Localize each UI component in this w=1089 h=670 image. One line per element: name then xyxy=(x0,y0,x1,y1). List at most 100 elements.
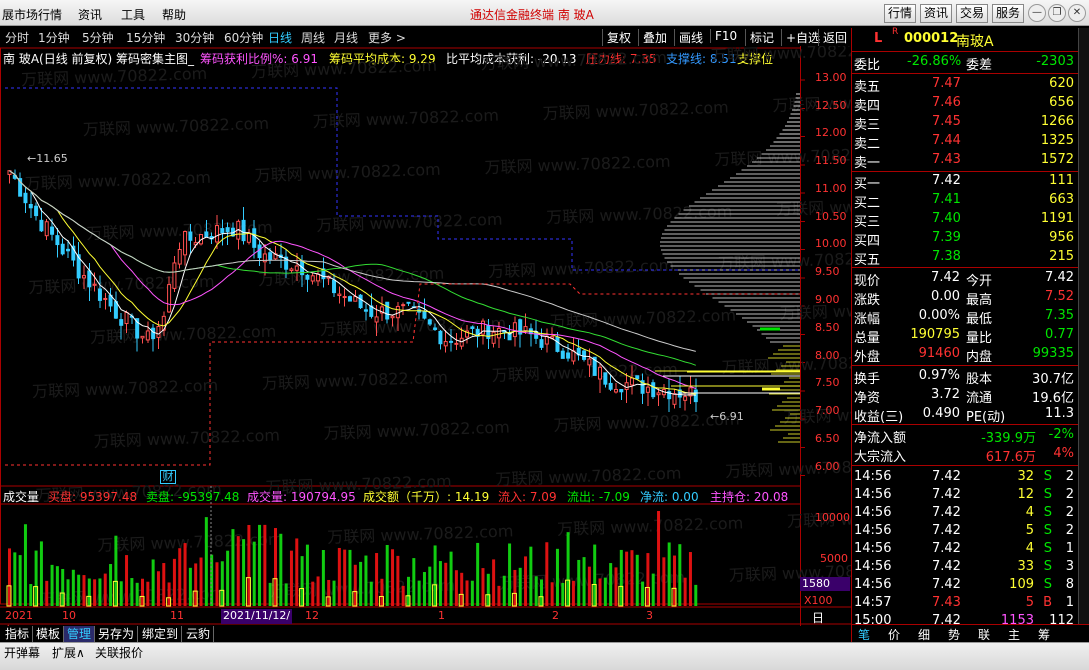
minimize-icon[interactable]: — xyxy=(1028,4,1046,22)
period-1min[interactable]: 1分钟 xyxy=(38,29,70,46)
ask-row[interactable]: 卖四 7.46 656 xyxy=(852,94,1078,114)
svg-text:万联网 www.70822.com: 万联网 www.70822.com xyxy=(327,521,514,546)
close-icon[interactable]: ✕ xyxy=(1068,4,1086,22)
f10-button[interactable]: F10 xyxy=(710,29,737,43)
tab-chips[interactable]: 筹 xyxy=(1038,626,1050,643)
ask-label: 卖二 xyxy=(854,137,881,152)
news-button[interactable]: 资讯 xyxy=(920,4,952,23)
tick-count: 2 xyxy=(1065,505,1074,520)
bid-volume: 111 xyxy=(1049,173,1074,188)
period-more[interactable]: 更多 > xyxy=(368,29,406,46)
svg-text:万联网 www.70822.com: 万联网 www.70822.com xyxy=(254,160,441,185)
tick-time: 14:56 xyxy=(854,523,892,538)
stat-row: 涨跌 0.00 最高 7.52 xyxy=(852,288,1078,308)
tab-main[interactable]: 主 xyxy=(1008,626,1020,643)
market-flag: L xyxy=(874,31,883,46)
period-30min[interactable]: 30分钟 xyxy=(175,29,214,46)
menu-news[interactable]: 资讯 xyxy=(78,6,102,23)
period-15min[interactable]: 15分钟 xyxy=(126,29,165,46)
menu-market[interactable]: 展市场行情 xyxy=(2,6,62,23)
axis-label: 11.00 xyxy=(815,182,847,195)
bid-row[interactable]: 买五 7.38 215 xyxy=(852,248,1078,268)
svg-text:万联网 www.70822.com: 万联网 www.70822.com xyxy=(21,64,208,89)
volume-indicator-name[interactable]: 成交量 xyxy=(3,488,39,505)
tab-related[interactable]: 联 xyxy=(978,626,990,643)
inflow: 流入: 7.09 xyxy=(498,490,557,504)
related-quote-button[interactable]: 关联报价 xyxy=(95,644,143,661)
ask-row[interactable]: 卖二 7.44 1325 xyxy=(852,132,1078,152)
bid-row[interactable]: 买三 7.40 1191 xyxy=(852,210,1078,230)
volume-axis-label: 5000 xyxy=(820,552,848,565)
mark-button[interactable]: 标记 xyxy=(745,29,774,46)
high-annotation: ←11.65 xyxy=(27,152,68,165)
period-weekly[interactable]: 周线 xyxy=(301,29,325,46)
tick-price: 7.43 xyxy=(932,595,961,610)
fuquan-button[interactable]: 复权 xyxy=(602,29,631,46)
ask-volume: 620 xyxy=(1049,76,1074,91)
trade-button[interactable]: 交易 xyxy=(956,4,988,23)
window-title: 通达信金融终端 南 玻A xyxy=(470,8,594,22)
stat-row: 总量 190795 量比 0.77 xyxy=(852,326,1078,346)
period-fenshi[interactable]: 分时 xyxy=(5,29,29,46)
tick-row: 14:56 7.42 33 S 3 xyxy=(852,558,1078,577)
ask-row[interactable]: 卖三 7.45 1266 xyxy=(852,113,1078,133)
stat-value: 0.77 xyxy=(1045,327,1074,342)
weibi-row: 委比 -26.86% 委差 -2303 xyxy=(852,53,1078,73)
expand-button[interactable]: 扩展∧ xyxy=(52,644,85,661)
service-button[interactable]: 服务 xyxy=(992,4,1024,23)
menu-help[interactable]: 帮助 xyxy=(162,6,186,23)
ask-price: 7.46 xyxy=(932,95,961,110)
tab-indicator[interactable]: 指标 xyxy=(2,626,34,642)
draw-line-button[interactable]: 画线 xyxy=(674,29,703,46)
ask-row[interactable]: 卖一 7.43 1572 xyxy=(852,151,1078,171)
tick-time: 14:56 xyxy=(854,559,892,574)
flow-label: 净流入额 xyxy=(854,431,907,446)
tick-price: 7.42 xyxy=(932,523,961,538)
tick-price: 7.42 xyxy=(932,577,961,592)
tab-manage[interactable]: 管理 xyxy=(64,626,96,642)
stat-value: 0.490 xyxy=(922,406,960,421)
tick-count: 2 xyxy=(1065,469,1074,484)
period-daily[interactable]: 日线 xyxy=(268,29,292,46)
bid-row[interactable]: 买一 7.42 111 xyxy=(852,172,1078,192)
tab-detail[interactable]: 细 xyxy=(918,626,930,643)
kline-chart[interactable]: 万联网 www.70822.com 万联网 www.70822.com 万联网 ww… xyxy=(0,46,851,626)
scrollbar[interactable] xyxy=(1078,28,1089,624)
add-watchlist-button[interactable]: +自选 xyxy=(781,29,820,46)
tab-trend[interactable]: 势 xyxy=(948,626,960,643)
date-axis-label: 11 xyxy=(170,609,184,622)
period-monthly[interactable]: 月线 xyxy=(334,29,358,46)
danmu-button[interactable]: 开弹幕 xyxy=(4,644,40,661)
bid-row[interactable]: 买四 7.39 956 xyxy=(852,229,1078,249)
tick-count: 3 xyxy=(1065,559,1074,574)
finance-marker[interactable]: 财 xyxy=(160,470,176,484)
back-button[interactable]: 返回 xyxy=(818,29,847,46)
svg-text:万联网 www.70822.com: 万联网 www.70822.com xyxy=(97,529,284,554)
period-60min[interactable]: 60分钟 xyxy=(224,29,263,46)
tab-price[interactable]: 价 xyxy=(888,626,900,643)
bid-row[interactable]: 买二 7.41 663 xyxy=(852,191,1078,211)
tick-time: 14:56 xyxy=(854,541,892,556)
ask-row[interactable]: 卖五 7.47 620 xyxy=(852,75,1078,95)
bid-price: 7.38 xyxy=(932,249,961,264)
svg-text:万联网 www.70822.com: 万联网 www.70822.com xyxy=(316,210,503,235)
flow-percent: 4% xyxy=(1053,446,1074,461)
tab-ticks[interactable]: 笔 xyxy=(858,626,870,643)
period-5min[interactable]: 5分钟 xyxy=(82,29,114,46)
overlay-button[interactable]: 叠加 xyxy=(638,29,667,46)
weicha-label: 委差 xyxy=(966,58,993,73)
tab-template[interactable]: 模板 xyxy=(33,626,65,642)
low-annotation: ←6.91 xyxy=(710,410,744,423)
main-position: 主持仓: 20.08 xyxy=(710,490,789,504)
tab-bind-to[interactable]: 绑定到 xyxy=(139,626,183,642)
menu-tools[interactable]: 工具 xyxy=(121,6,145,23)
tab-yunbao[interactable]: 云豹 xyxy=(183,626,215,642)
tab-save-as[interactable]: 另存为 xyxy=(95,626,139,642)
restore-icon[interactable]: ❐ xyxy=(1048,4,1066,22)
volume-unit: X100 xyxy=(804,594,833,607)
quote-panel: L R 000012 南玻A 委比 -26.86% 委差 -2303 卖五 7.4… xyxy=(851,27,1089,643)
quote-button[interactable]: 行情 xyxy=(884,4,916,23)
tick-side: S xyxy=(1043,577,1052,592)
tick-time: 14:56 xyxy=(854,505,892,520)
bid-label: 买五 xyxy=(854,253,881,268)
